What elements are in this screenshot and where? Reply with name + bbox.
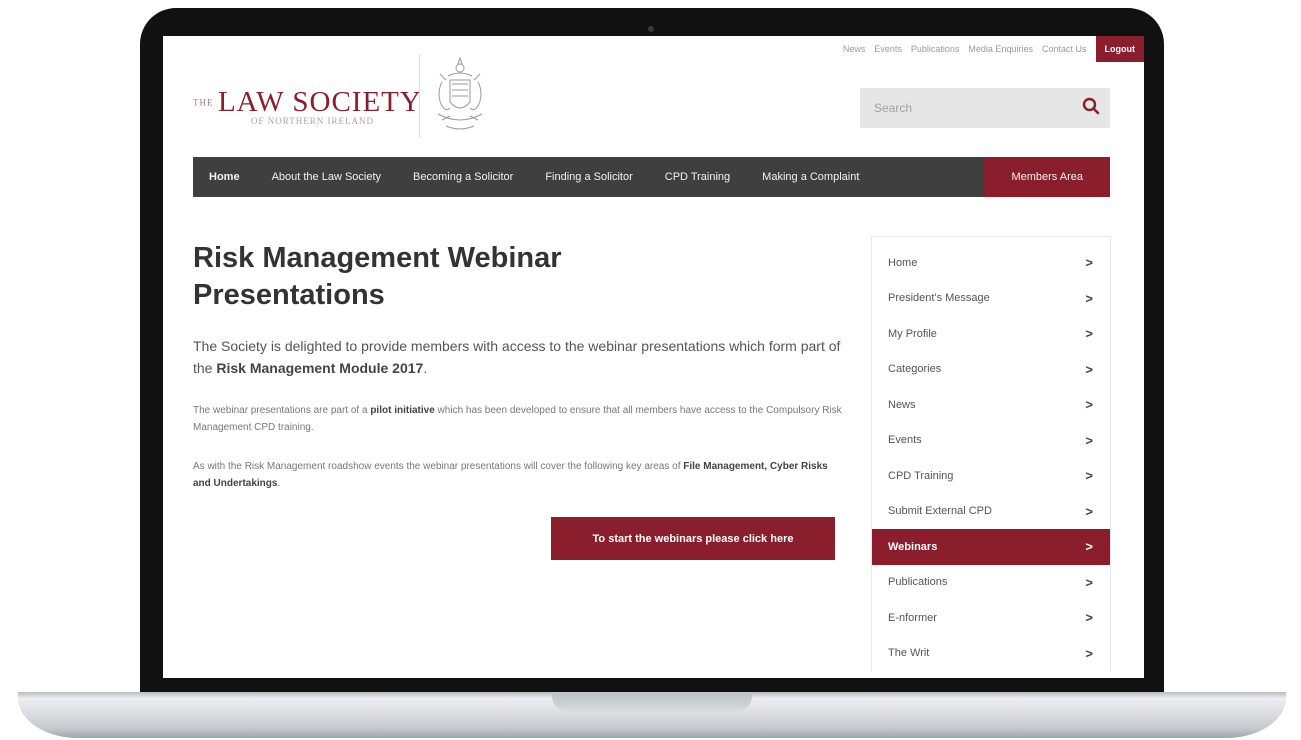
sidebar-item-label: The Writ bbox=[888, 647, 930, 660]
sidebar-item-e-nformer[interactable]: E-nformer > bbox=[872, 600, 1110, 636]
sidebar-item-events[interactable]: Events > bbox=[872, 423, 1110, 459]
utility-link-publications[interactable]: Publications bbox=[911, 44, 960, 54]
sidebar-item-president-s-message[interactable]: President's Message > bbox=[872, 281, 1110, 317]
crest-icon bbox=[419, 54, 494, 138]
sidebar-item-label: E-nformer bbox=[888, 611, 937, 624]
chevron-right-icon: > bbox=[1085, 397, 1093, 413]
key-areas-end: . bbox=[277, 478, 281, 489]
intro-end: . bbox=[423, 360, 428, 376]
utility-link-contact-us[interactable]: Contact Us bbox=[1042, 44, 1087, 54]
laptop-notch bbox=[552, 694, 752, 712]
sidebar-item-cpd-training[interactable]: CPD Training > bbox=[872, 458, 1110, 494]
chevron-right-icon: > bbox=[1085, 539, 1093, 555]
nav-item-home[interactable]: Home bbox=[193, 157, 256, 197]
key-areas-paragraph: As with the Risk Management roadshow eve… bbox=[193, 458, 843, 492]
chevron-right-icon: > bbox=[1085, 326, 1093, 342]
sidebar-item-label: Publications bbox=[888, 576, 948, 589]
chevron-right-icon: > bbox=[1085, 432, 1093, 448]
site-logo[interactable]: THE LAW SOCIETY OF NORTHERN IRELAND bbox=[193, 86, 422, 126]
sidebar-item-home[interactable]: Home > bbox=[872, 245, 1110, 281]
nav-item-making-complaint[interactable]: Making a Complaint bbox=[746, 157, 875, 197]
sidebar-item-my-profile[interactable]: My Profile > bbox=[872, 316, 1110, 352]
chevron-right-icon: > bbox=[1085, 610, 1093, 626]
utility-link-media-enquiries[interactable]: Media Enquiries bbox=[968, 44, 1033, 54]
members-sidebar-menu: Home > President's Message > My Profile > Cate… bbox=[871, 236, 1111, 671]
logout-button[interactable]: Logout bbox=[1095, 36, 1144, 62]
sidebar-item-label: Events bbox=[888, 434, 922, 447]
logo-the: THE bbox=[193, 97, 214, 108]
chevron-right-icon: > bbox=[1085, 503, 1093, 519]
utility-link-news[interactable]: News bbox=[843, 44, 866, 54]
sidebar-item-label: Categories bbox=[888, 363, 942, 376]
sidebar-item-label: President's Message bbox=[888, 292, 990, 305]
nav-item-finding-solicitor[interactable]: Finding a Solicitor bbox=[529, 157, 648, 197]
chevron-right-icon: > bbox=[1085, 361, 1093, 377]
search-icon[interactable] bbox=[1082, 97, 1100, 120]
utility-bar: News Events Publications Media Enquiries… bbox=[843, 36, 1144, 62]
chevron-right-icon: > bbox=[1085, 574, 1093, 590]
sidebar-item-label: My Profile bbox=[888, 327, 937, 340]
main-navigation: Home About the Law Society Becoming a So… bbox=[193, 157, 1110, 197]
chevron-right-icon: > bbox=[1085, 468, 1093, 484]
pilot-paragraph: The webinar presentations are part of a … bbox=[193, 402, 843, 436]
sidebar-item-label: Submit External CPD bbox=[888, 505, 992, 518]
utility-link-events[interactable]: Events bbox=[874, 44, 902, 54]
sidebar-item-label: News bbox=[888, 398, 916, 411]
sidebar-item-news[interactable]: News > bbox=[872, 387, 1110, 423]
sidebar-item-label: Webinars bbox=[888, 540, 938, 553]
sidebar-item-publications[interactable]: Publications > bbox=[872, 565, 1110, 601]
chevron-right-icon: > bbox=[1085, 290, 1093, 306]
sidebar-item-label: CPD Training bbox=[888, 469, 954, 482]
nav-item-members-area[interactable]: Members Area bbox=[984, 157, 1110, 197]
page-title: Risk Management Webinar Presentations bbox=[193, 242, 562, 311]
start-webinars-button[interactable]: To start the webinars please click here bbox=[551, 517, 835, 560]
search-box bbox=[860, 88, 1110, 128]
pilot-highlight: pilot initiative bbox=[370, 405, 435, 416]
sidebar-item-the-writ[interactable]: The Writ > bbox=[872, 636, 1110, 672]
intro-paragraph: The Society is delighted to provide memb… bbox=[193, 335, 843, 379]
chevron-right-icon: > bbox=[1085, 255, 1093, 271]
nav-item-cpd-training[interactable]: CPD Training bbox=[649, 157, 746, 197]
key-areas-text: As with the Risk Management roadshow eve… bbox=[193, 461, 684, 472]
chevron-right-icon: > bbox=[1085, 645, 1093, 661]
intro-highlight: Risk Management Module 2017 bbox=[216, 360, 424, 376]
nav-item-about[interactable]: About the Law Society bbox=[256, 157, 397, 197]
search-input[interactable] bbox=[872, 100, 1056, 116]
pilot-text: The webinar presentations are part of a bbox=[193, 405, 371, 416]
nav-item-becoming-solicitor[interactable]: Becoming a Solicitor bbox=[397, 157, 529, 197]
sidebar-item-label: Home bbox=[888, 256, 918, 269]
browser-viewport: News Events Publications Media Enquiries… bbox=[163, 36, 1144, 678]
webcam bbox=[648, 26, 654, 32]
sidebar-item-submit-external-cpd[interactable]: Submit External CPD > bbox=[872, 494, 1110, 530]
sidebar-item-categories[interactable]: Categories > bbox=[872, 352, 1110, 388]
sidebar-item-webinars[interactable]: Webinars > bbox=[872, 529, 1110, 565]
logo-wordmark: LAW SOCIETY bbox=[217, 86, 422, 118]
